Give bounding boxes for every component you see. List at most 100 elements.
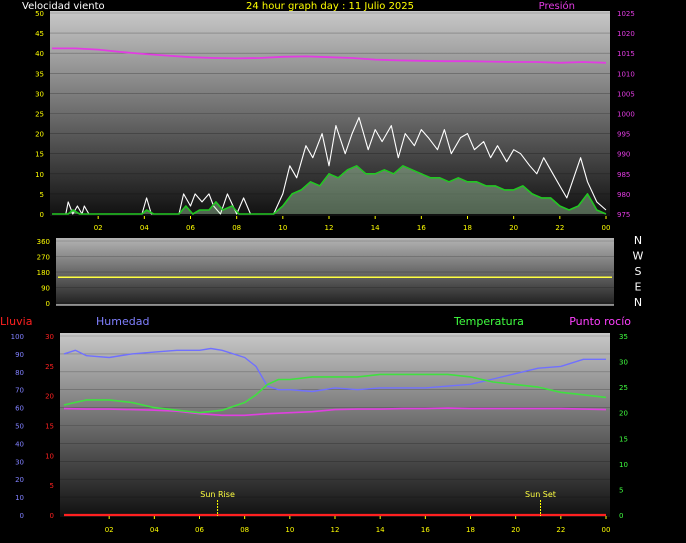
pressure-tick: 1025 bbox=[617, 10, 635, 18]
temperature-axis: 0 5 10 15 20 25 30 35 bbox=[619, 333, 628, 520]
sun-marker-label: Sun Set bbox=[525, 490, 556, 499]
rain-tick: 10 bbox=[45, 452, 54, 460]
wind-panel-time-axis: 02 04 06 08 10 12 14 16 18 20 22 00 bbox=[94, 224, 611, 232]
wind-time-tick: 16 bbox=[417, 224, 426, 232]
pressure-tick: 1000 bbox=[617, 111, 635, 119]
humidity-tick: 80 bbox=[15, 369, 24, 377]
wind-speed-tick: 20 bbox=[35, 131, 44, 139]
pressure-tick: 980 bbox=[617, 191, 630, 199]
wind-speed-tick: 15 bbox=[35, 151, 44, 159]
humidity-tick: 70 bbox=[15, 387, 24, 395]
wind-time-tick: 02 bbox=[94, 224, 103, 232]
temp-time-tick: 12 bbox=[331, 526, 340, 534]
humidity-rain-axis: 0 10 20 30 40 50 60 70 80 90 100 0 5 10 15 20 25 30 bbox=[11, 333, 54, 520]
weather-chart: Velocidad viento 24 hour graph day : 11 … bbox=[0, 0, 644, 534]
humidity-tick: 90 bbox=[15, 351, 24, 359]
direction-letter: S bbox=[635, 265, 642, 278]
direction-axis: 0 90 180 270 360 bbox=[37, 238, 50, 308]
dewpoint-title: Punto rocío bbox=[569, 315, 631, 328]
humidity-tick: 10 bbox=[15, 494, 24, 502]
pressure-title: Presión bbox=[539, 0, 575, 12]
direction-letters: NWSEN bbox=[633, 234, 644, 309]
pressure-tick: 1010 bbox=[617, 70, 635, 78]
temperature-tick: 25 bbox=[619, 384, 628, 392]
humidity-title: Humedad bbox=[96, 315, 149, 328]
wind-speed-tick: 45 bbox=[35, 30, 44, 38]
direction-tick: 0 bbox=[46, 300, 50, 308]
direction-letter: N bbox=[634, 234, 642, 247]
humidity-tick: 20 bbox=[15, 476, 24, 484]
wind-time-tick: 08 bbox=[232, 224, 241, 232]
pressure-tick: 995 bbox=[617, 131, 630, 139]
wind-speed-axis: 0 5 10 15 20 25 30 35 40 45 50 bbox=[35, 10, 44, 219]
temperature-tick: 15 bbox=[619, 435, 628, 443]
temp-time-tick: 16 bbox=[421, 526, 430, 534]
chart-date-title: 24 hour graph day : 11 Julio 2025 bbox=[246, 1, 414, 12]
temp-time-tick: 20 bbox=[511, 526, 520, 534]
temp-time-tick: 02 bbox=[105, 526, 114, 534]
sun-marker-label: Sun Rise bbox=[200, 490, 235, 499]
temp-time-tick: 06 bbox=[195, 526, 204, 534]
temp-time-tick: 00 bbox=[602, 526, 611, 534]
temperature-tick: 5 bbox=[619, 486, 623, 494]
temperature-tick: 0 bbox=[619, 512, 623, 520]
temperature-tick: 30 bbox=[619, 359, 628, 367]
wind-time-tick: 04 bbox=[140, 224, 149, 232]
wind-speed-tick: 50 bbox=[35, 10, 44, 18]
wind-time-tick: 06 bbox=[186, 224, 195, 232]
temp-time-tick: 18 bbox=[466, 526, 475, 534]
rain-tick: 25 bbox=[45, 363, 54, 371]
rain-title: Lluvia bbox=[0, 315, 32, 328]
temp-panel-time-axis: 02 04 06 08 10 12 14 16 18 20 22 00 bbox=[105, 526, 611, 534]
wind-speed-tick: 0 bbox=[40, 211, 44, 219]
pressure-axis: 975 980 985 990 995 1000 1005 1010 1015 1020 1025 bbox=[617, 10, 635, 219]
direction-tick: 180 bbox=[37, 269, 50, 277]
direction-tick: 90 bbox=[41, 285, 50, 293]
pressure-tick: 1005 bbox=[617, 90, 635, 98]
humidity-tick: 60 bbox=[15, 405, 24, 413]
pressure-tick: 990 bbox=[617, 151, 630, 159]
wind-time-tick: 20 bbox=[509, 224, 518, 232]
wind-speed-tick: 5 bbox=[40, 191, 44, 199]
temperature-tick: 10 bbox=[619, 461, 628, 469]
direction-panel-background bbox=[56, 238, 614, 305]
temp-time-tick: 04 bbox=[150, 526, 159, 534]
rain-tick: 15 bbox=[45, 423, 54, 431]
temp-time-tick: 08 bbox=[240, 526, 249, 534]
wind-time-tick: 22 bbox=[555, 224, 564, 232]
wind-time-tick: 14 bbox=[371, 224, 380, 232]
wind-speed-tick: 30 bbox=[35, 90, 44, 98]
temperature-tick: 35 bbox=[619, 333, 628, 341]
wind-time-tick: 12 bbox=[325, 224, 334, 232]
wind-speed-tick: 35 bbox=[35, 70, 44, 78]
pressure-tick: 1020 bbox=[617, 30, 635, 38]
humidity-tick: 30 bbox=[15, 458, 24, 466]
temperature-tick: 20 bbox=[619, 410, 628, 418]
wind-speed-tick: 10 bbox=[35, 171, 44, 179]
temp-time-tick: 22 bbox=[556, 526, 565, 534]
wind-time-tick: 00 bbox=[602, 224, 611, 232]
humidity-tick: 40 bbox=[15, 440, 24, 448]
pressure-tick: 1015 bbox=[617, 50, 635, 58]
wind-time-tick: 18 bbox=[463, 224, 472, 232]
direction-letter: W bbox=[633, 250, 644, 263]
wind-speed-tick: 40 bbox=[35, 50, 44, 58]
humidity-tick: 50 bbox=[15, 423, 24, 431]
pressure-tick: 975 bbox=[617, 211, 630, 219]
rain-tick: 30 bbox=[45, 333, 54, 341]
temperature-title: Temperatura bbox=[453, 315, 524, 328]
rain-tick: 20 bbox=[45, 393, 54, 401]
direction-tick: 360 bbox=[37, 238, 50, 246]
humidity-tick: 100 bbox=[11, 333, 24, 341]
rain-tick: 0 bbox=[50, 512, 54, 520]
wind-speed-tick: 25 bbox=[35, 111, 44, 119]
temp-time-tick: 14 bbox=[376, 526, 385, 534]
temp-time-tick: 10 bbox=[285, 526, 294, 534]
direction-letter: E bbox=[635, 281, 642, 294]
pressure-tick: 985 bbox=[617, 171, 630, 179]
direction-tick: 270 bbox=[37, 254, 50, 262]
direction-letter: N bbox=[634, 296, 642, 309]
humidity-tick: 0 bbox=[20, 512, 24, 520]
rain-tick: 5 bbox=[50, 482, 54, 490]
wind-time-tick: 10 bbox=[278, 224, 287, 232]
